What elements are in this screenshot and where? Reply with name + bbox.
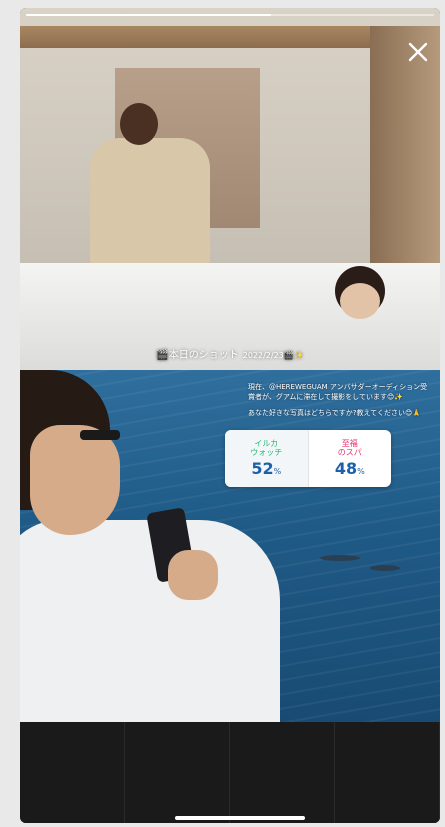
poll-option-dolphin[interactable]: イルカ ウォッチ 52% [225,430,309,487]
story-text: 現在、@HEREWEGUAM アンバサダーオーディション受賞者が、グアムに滞在し… [248,382,428,424]
close-icon [408,42,428,62]
spa-photo: 🎬本日のショット 2022/2/23🎬✨ [20,8,440,370]
therapist [90,138,210,268]
ocean-photo: 現在、@HEREWEGUAM アンバサダーオーディション受賞者が、グアムに滞在し… [20,370,440,722]
dolphin [320,555,360,561]
reply-bar [20,722,440,823]
reply-tile [20,722,125,823]
sunglasses [80,430,120,440]
close-button[interactable] [402,36,434,68]
man-shirt [20,520,280,722]
therapist-head [120,103,158,145]
story-progress-fill [26,14,271,16]
client-face [340,283,380,319]
reply-tile [230,722,335,823]
story-text-line: あなた好きな写真はどちらですか?教えてください😊🙏 [248,409,421,417]
reply-tile [125,722,230,823]
home-indicator[interactable] [175,816,305,820]
hand [168,550,218,600]
poll-option-label: 至福 のスパ [337,439,362,457]
story-progress-bar [26,14,434,16]
story-text-line: 現在、@HEREWEGUAM アンバサダーオーディション受賞者が、グアムに滞在し… [248,383,428,401]
caption-date: 2022/2/23🎬✨ [242,351,304,360]
story-viewer: 🎬本日のショット 2022/2/23🎬✨ 現在、@HEREWEGUAM アンバサダ… [20,8,440,823]
poll-option-label: イルカ ウォッチ [250,439,283,457]
poll-sticker: イルカ ウォッチ 52% 至福 のスパ 48% [225,430,391,487]
caption-title: 🎬本日のショット [156,350,239,361]
poll-option-spa[interactable]: 至福 のスパ 48% [309,430,392,487]
poll-option-percent: 52% [251,459,282,478]
man-face [30,425,120,535]
photo-caption: 🎬本日のショット 2022/2/23🎬✨ [20,346,440,361]
dolphin [370,565,400,571]
reply-tile [335,722,440,823]
poll-option-percent: 48% [334,459,365,478]
